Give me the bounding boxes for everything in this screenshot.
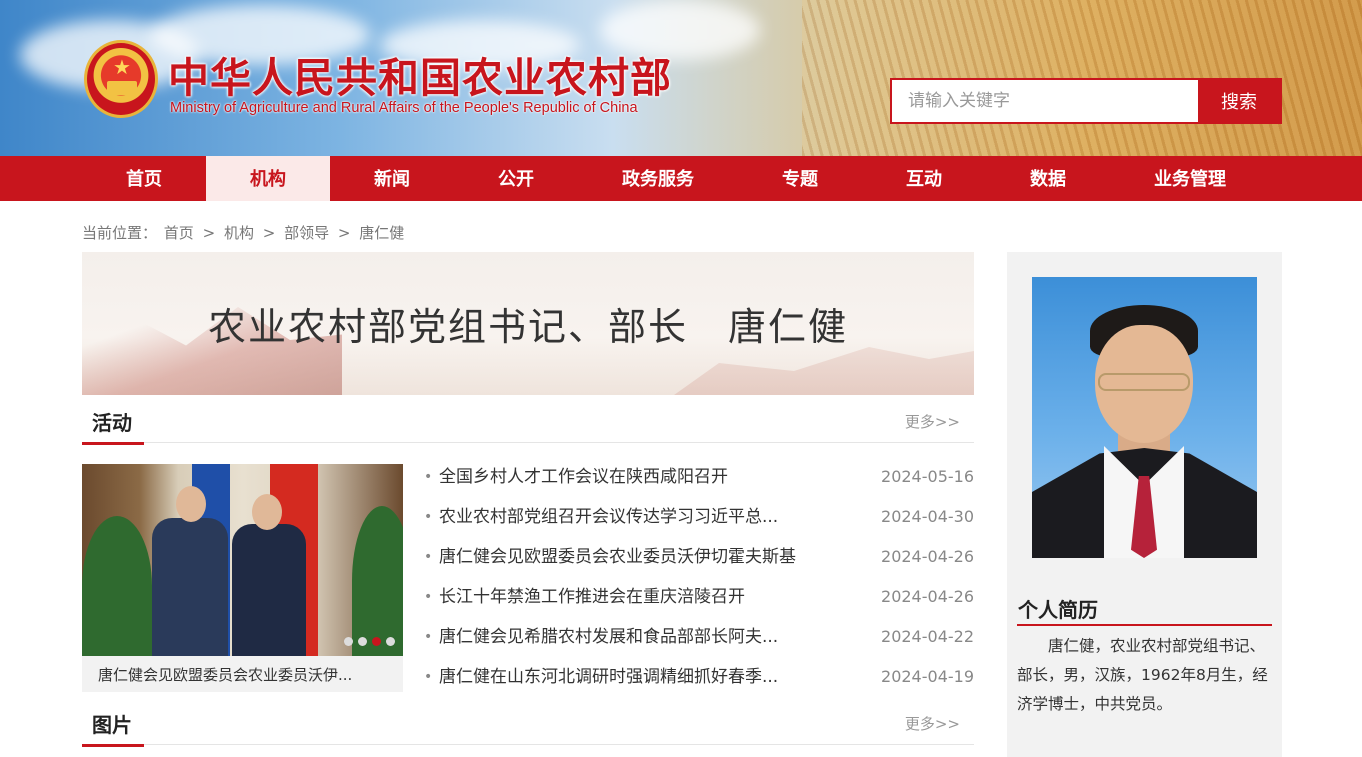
news-date: 2024-04-30 [881,507,974,526]
breadcrumb-institutions[interactable]: 机构 [224,224,254,242]
nav-item-institutions[interactable]: 机构 [206,156,330,201]
news-date: 2024-04-22 [881,627,974,646]
person-head [252,494,282,530]
portrait-glasses [1098,373,1190,391]
section-underline [82,744,144,747]
news-title[interactable]: 农业农村部党组召开会议传达学习习近平总... [439,501,778,533]
bullet-icon: • [424,589,433,605]
leader-banner: 农业农村部党组书记、部长 唐仁健 [82,252,974,395]
header-banner: ★ 中华人民共和国农业农村部 Ministry of Agriculture a… [0,0,1362,156]
breadcrumb-home[interactable]: 首页 [164,224,194,242]
activity-photo[interactable] [82,464,403,656]
plant-decoration [352,506,403,656]
activities-section-header: 活动 更多>> [82,403,974,445]
nav-item-news[interactable]: 新闻 [330,156,454,201]
main-nav: 首页 机构 新闻 公开 政务服务 专题 互动 数据 业务管理 [0,156,1362,201]
news-item[interactable]: • 唐仁健在山东河北调研时强调精细抓好春季... 2024-04-19 [424,661,974,701]
bio-title: 个人简历 [1018,598,1098,622]
carousel-dot-active[interactable] [372,637,381,646]
news-title[interactable]: 唐仁健会见希腊农村发展和食品部部长阿夫... [439,621,778,653]
pictures-more-link[interactable]: 更多>> [905,713,960,734]
news-date: 2024-04-26 [881,547,974,566]
carousel-dot[interactable] [358,637,367,646]
breadcrumb-separator: > [262,224,276,242]
site-title[interactable]: 中华人民共和国农业农村部 [168,44,672,104]
carousel-dot[interactable] [344,637,353,646]
breadcrumb-separator: > [337,224,351,242]
person-figure [152,518,228,656]
bullet-icon: • [424,629,433,645]
nav-item-public[interactable]: 公开 [454,156,578,201]
activities-more-link[interactable]: 更多>> [905,411,960,432]
nav-item-data[interactable]: 数据 [986,156,1110,201]
plant-decoration [82,516,152,656]
activities-title: 活动 [92,411,132,435]
bullet-icon: • [424,549,433,565]
news-item[interactable]: • 农业农村部党组召开会议传达学习习近平总... 2024-04-30 [424,501,974,541]
leader-portrait [1032,277,1257,558]
bio-text: 唐仁健，农业农村部党组书记、部长，男，汉族，1962年8月生，经济学博士，中共党… [1017,637,1268,713]
bullet-icon: • [424,509,433,525]
news-date: 2024-05-16 [881,467,974,486]
leader-profile-sidebar: 个人简历 唐仁健，农业农村部党组书记、部长，男，汉族，1962年8月生，经济学博… [1007,252,1282,757]
news-title[interactable]: 全国乡村人才工作会议在陕西咸阳召开 [439,461,728,493]
breadcrumb-leaders[interactable]: 部领导 [284,224,329,242]
search-button[interactable]: 搜索 [1198,80,1280,122]
news-date: 2024-04-19 [881,667,974,686]
news-item[interactable]: • 唐仁健会见希腊农村发展和食品部部长阿夫... 2024-04-22 [424,621,974,661]
photo-caption[interactable]: 唐仁健会见欧盟委员会农业委员沃伊... [82,656,403,692]
news-title[interactable]: 唐仁健会见欧盟委员会农业委员沃伊切霍夫斯基 [439,541,796,573]
nav-item-gov-services[interactable]: 政务服务 [578,156,738,201]
news-item[interactable]: • 长江十年禁渔工作推进会在重庆涪陵召开 2024-04-26 [424,581,974,621]
national-emblem-icon[interactable]: ★ [84,40,158,118]
breadcrumb-separator: > [202,224,216,242]
bullet-icon: • [424,669,433,685]
nav-item-topics[interactable]: 专题 [738,156,862,201]
section-underline [82,442,144,445]
news-item[interactable]: • 唐仁健会见欧盟委员会农业委员沃伊切霍夫斯基 2024-04-26 [424,541,974,581]
news-item[interactable]: • 全国乡村人才工作会议在陕西咸阳召开 2024-05-16 [424,461,974,501]
carousel-dots [344,637,395,646]
pictures-section-header: 图片 更多>> [82,705,974,747]
bio-header: 个人简历 [1017,592,1272,626]
news-title[interactable]: 唐仁健在山东河北调研时强调精细抓好春季... [439,661,778,693]
nav-item-business[interactable]: 业务管理 [1110,156,1270,201]
search-input[interactable] [892,80,1198,122]
breadcrumb-current[interactable]: 唐仁健 [359,224,404,242]
bullet-icon: • [424,469,433,485]
search-box: 搜索 [890,78,1282,124]
breadcrumb-prefix: 当前位置： [82,224,158,242]
person-figure [232,524,306,656]
carousel-dot[interactable] [386,637,395,646]
activities-news-list: • 全国乡村人才工作会议在陕西咸阳召开 2024-05-16 • 农业农村部党组… [424,461,974,701]
breadcrumb: 当前位置： 首页 > 机构 > 部领导 > 唐仁健 [82,222,404,243]
pictures-title: 图片 [92,713,132,737]
news-date: 2024-04-26 [881,587,974,606]
nav-item-home[interactable]: 首页 [82,156,206,201]
news-title[interactable]: 长江十年禁渔工作推进会在重庆涪陵召开 [439,581,745,613]
nav-item-interaction[interactable]: 互动 [862,156,986,201]
person-head [176,486,206,522]
leader-title: 农业农村部党组书记、部长 唐仁健 [207,305,848,349]
site-subtitle: Ministry of Agriculture and Rural Affair… [170,100,638,116]
